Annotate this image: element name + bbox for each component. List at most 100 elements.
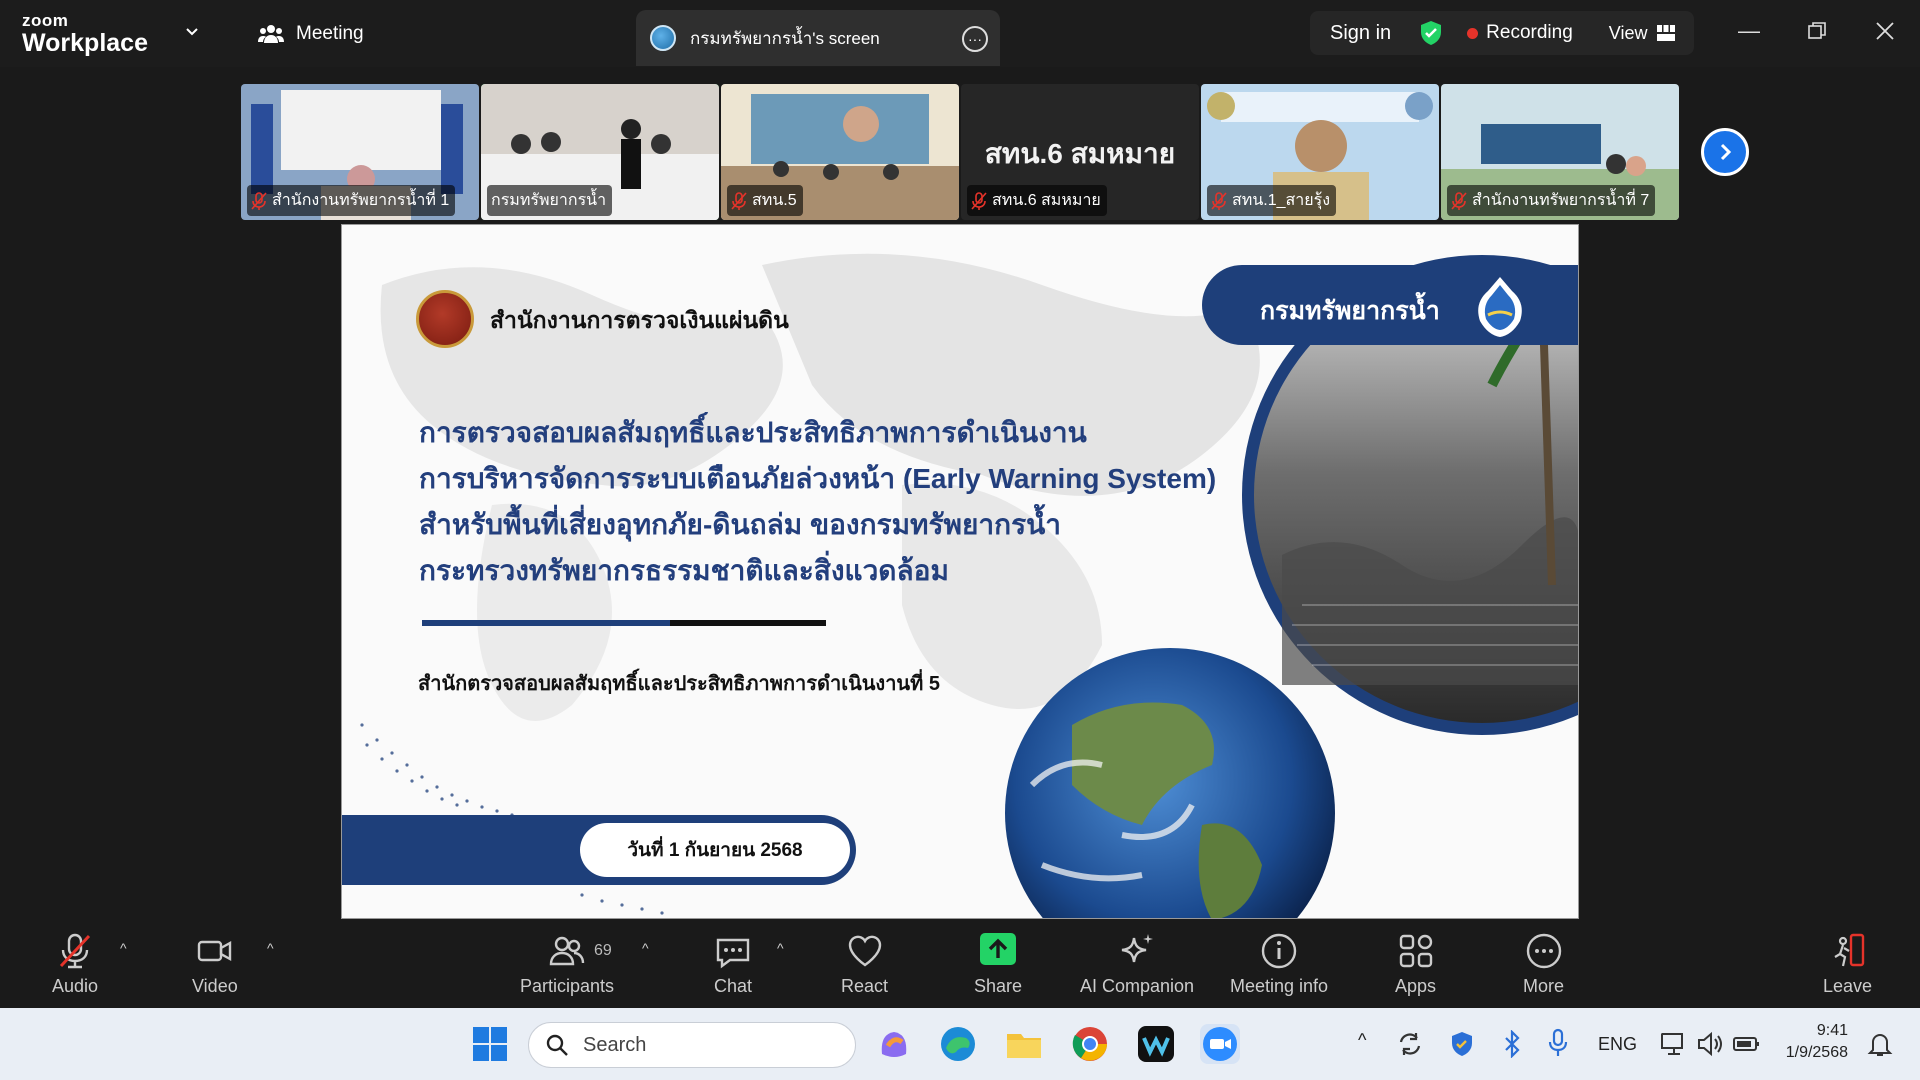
battery-icon[interactable] bbox=[1732, 1030, 1762, 1058]
apps-button[interactable]: Apps bbox=[1395, 932, 1436, 997]
speaker-volume-icon[interactable] bbox=[1696, 1030, 1724, 1058]
apps-label: Apps bbox=[1395, 976, 1437, 996]
title-divider bbox=[422, 620, 826, 626]
bluetooth-icon[interactable] bbox=[1500, 1030, 1524, 1058]
presentation-date: วันที่ 1 กันยายน 2568 bbox=[580, 823, 850, 877]
meeting-menu-button[interactable]: Meeting bbox=[258, 20, 364, 48]
taskbar-search-input[interactable]: Search bbox=[528, 1022, 856, 1068]
chevron-down-icon[interactable] bbox=[184, 24, 200, 40]
title-bar: zoom Workplace Meeting กรมทรัพยากรน้ำ's … bbox=[0, 0, 1920, 67]
participant-name-label: สทน.1_สายรุ้ง bbox=[1207, 185, 1337, 216]
more-label: More bbox=[1523, 976, 1565, 996]
zoom-taskbar-item[interactable] bbox=[1200, 1024, 1240, 1064]
audio-button[interactable]: Audio bbox=[52, 932, 98, 997]
video-label: Video bbox=[192, 976, 238, 996]
leave-door-icon bbox=[1833, 933, 1864, 967]
video-thumbnail-strip: สำนักงานทรัพยากรน้ำที่ 1 กรมทรัพยากรน้ำ … bbox=[241, 84, 1680, 220]
react-label: React bbox=[841, 976, 889, 996]
oag-seal-icon bbox=[416, 290, 474, 348]
leave-label: Leave bbox=[1823, 976, 1873, 996]
title-line: กระทรวงทรัพยากรธรรมชาติและสิ่งแวดล้อม bbox=[419, 555, 949, 586]
sparkle-icon bbox=[1121, 934, 1154, 963]
chat-options-caret-icon[interactable]: ^ bbox=[777, 940, 784, 956]
network-icon[interactable] bbox=[1660, 1030, 1688, 1058]
recording-indicator[interactable]: Recording bbox=[1467, 22, 1573, 44]
organization-name: สำนักงานการตรวจเงินแผ่นดิน bbox=[490, 307, 789, 333]
info-icon bbox=[1261, 933, 1297, 969]
slide-title: การตรวจสอบผลสัมฤทธิ์และประสิทธิภาพการดำเ… bbox=[419, 410, 1239, 594]
brand-large: Workplace bbox=[22, 29, 148, 57]
show-hidden-icons-icon[interactable]: ^ bbox=[1358, 1030, 1366, 1051]
edge-browser-icon[interactable] bbox=[938, 1024, 978, 1064]
next-page-button[interactable] bbox=[1701, 128, 1749, 176]
share-button[interactable]: Share bbox=[974, 932, 1022, 997]
title-line: สำหรับพื้นที่เสี่ยงอุทกภัย-ดินถล่ม ของกร… bbox=[419, 509, 1061, 540]
leave-button[interactable]: Leave bbox=[1823, 932, 1872, 997]
title-line: การบริหารจัดการระบบเตือนภัยล่วงหน้า (Ear… bbox=[419, 463, 1217, 494]
brand-small: zoom bbox=[22, 11, 69, 30]
title-line: การตรวจสอบผลสัมฤทธิ์และประสิทธิภาพการดำเ… bbox=[419, 417, 1087, 448]
restore-icon[interactable] bbox=[1808, 22, 1826, 40]
more-button[interactable]: More bbox=[1523, 932, 1564, 997]
participant-tile[interactable]: สทน.5 bbox=[721, 84, 959, 220]
video-options-caret-icon[interactable]: ^ bbox=[267, 940, 274, 956]
participants-icon bbox=[258, 25, 284, 43]
webex-app-icon[interactable] bbox=[1136, 1024, 1176, 1064]
heart-icon bbox=[848, 935, 881, 967]
participant-count: 69 bbox=[594, 942, 612, 959]
notifications-bell-icon[interactable] bbox=[1866, 1030, 1894, 1058]
participant-name-label: สทน.5 bbox=[727, 185, 803, 216]
security-shield-icon[interactable] bbox=[1419, 20, 1443, 46]
participant-tile[interactable]: สำนักงานทรัพยากรน้ำที่ 7 bbox=[1441, 84, 1679, 220]
windows-start-icon[interactable] bbox=[470, 1024, 510, 1064]
audio-options-caret-icon[interactable]: ^ bbox=[120, 940, 127, 956]
minimize-icon[interactable]: — bbox=[1738, 18, 1760, 44]
defender-shield-icon[interactable] bbox=[1448, 1030, 1476, 1058]
participants-options-caret-icon[interactable]: ^ bbox=[642, 940, 649, 956]
participant-display-name: สทน.6 สมหมาย bbox=[984, 138, 1176, 169]
system-clock[interactable]: 9:41 1/9/2568 bbox=[1776, 1020, 1848, 1064]
clock-time: 9:41 bbox=[1816, 1022, 1848, 1039]
zoom-workplace-logo: zoom Workplace bbox=[22, 12, 148, 56]
video-button[interactable]: Video bbox=[192, 932, 238, 997]
chat-button[interactable]: Chat bbox=[714, 932, 752, 997]
mic-muted-icon bbox=[59, 933, 91, 969]
copilot-icon[interactable] bbox=[874, 1024, 914, 1064]
participant-tile[interactable]: สทน.1_สายรุ้ง bbox=[1201, 84, 1439, 220]
chrome-browser-icon[interactable] bbox=[1070, 1024, 1110, 1064]
ai-companion-label: AI Companion bbox=[1080, 976, 1195, 996]
react-button[interactable]: React bbox=[841, 932, 888, 997]
participants-icon bbox=[549, 936, 585, 966]
sign-in-button[interactable]: Sign in bbox=[1330, 22, 1391, 45]
file-explorer-icon[interactable] bbox=[1004, 1024, 1044, 1064]
meeting-info-button[interactable]: Meeting info bbox=[1230, 932, 1328, 997]
audio-label: Audio bbox=[52, 976, 99, 996]
input-language[interactable]: ENG bbox=[1598, 1034, 1637, 1055]
mic-muted-icon bbox=[1451, 191, 1467, 210]
participant-name: สำนักงานทรัพยากรน้ำที่ 1 bbox=[272, 192, 450, 209]
screen-tab-label: กรมทรัพยากรน้ำ's screen bbox=[690, 28, 880, 48]
participant-tile-active-speaker[interactable]: กรมทรัพยากรน้ำ bbox=[481, 84, 719, 220]
mic-muted-icon bbox=[251, 191, 267, 210]
mic-muted-icon bbox=[731, 191, 747, 210]
recording-label: Recording bbox=[1486, 22, 1573, 43]
more-options-icon[interactable]: ··· bbox=[962, 26, 988, 52]
ai-companion-button[interactable]: AI Companion bbox=[1080, 932, 1194, 997]
shared-screen-tab[interactable]: กรมทรัพยากรน้ำ's screen ··· bbox=[636, 10, 1000, 66]
top-right-controls: Sign in Recording View bbox=[1310, 11, 1694, 55]
view-button[interactable]: View bbox=[1609, 23, 1676, 44]
participant-tile-no-video[interactable]: สทน.6 สมหมาย สทน.6 สมหมาย bbox=[961, 84, 1199, 220]
close-icon[interactable] bbox=[1876, 22, 1894, 40]
microphone-icon[interactable] bbox=[1546, 1028, 1570, 1058]
search-placeholder: Search bbox=[583, 1033, 647, 1056]
share-label: Share bbox=[974, 976, 1023, 996]
participant-name-label: กรมทรัพยากรน้ำ bbox=[487, 185, 613, 216]
more-icon bbox=[1526, 933, 1561, 969]
chevron-right-icon bbox=[1720, 143, 1732, 161]
participant-name: กรมทรัพยากรน้ำ bbox=[491, 192, 607, 209]
windows-taskbar: Search ^ ENG 9:41 1/9/2568 bbox=[0, 1008, 1920, 1080]
sync-icon[interactable] bbox=[1396, 1030, 1424, 1058]
chat-bubble-icon bbox=[716, 938, 750, 969]
video-camera-icon bbox=[197, 940, 232, 962]
participant-tile[interactable]: สำนักงานทรัพยากรน้ำที่ 1 bbox=[241, 84, 479, 220]
